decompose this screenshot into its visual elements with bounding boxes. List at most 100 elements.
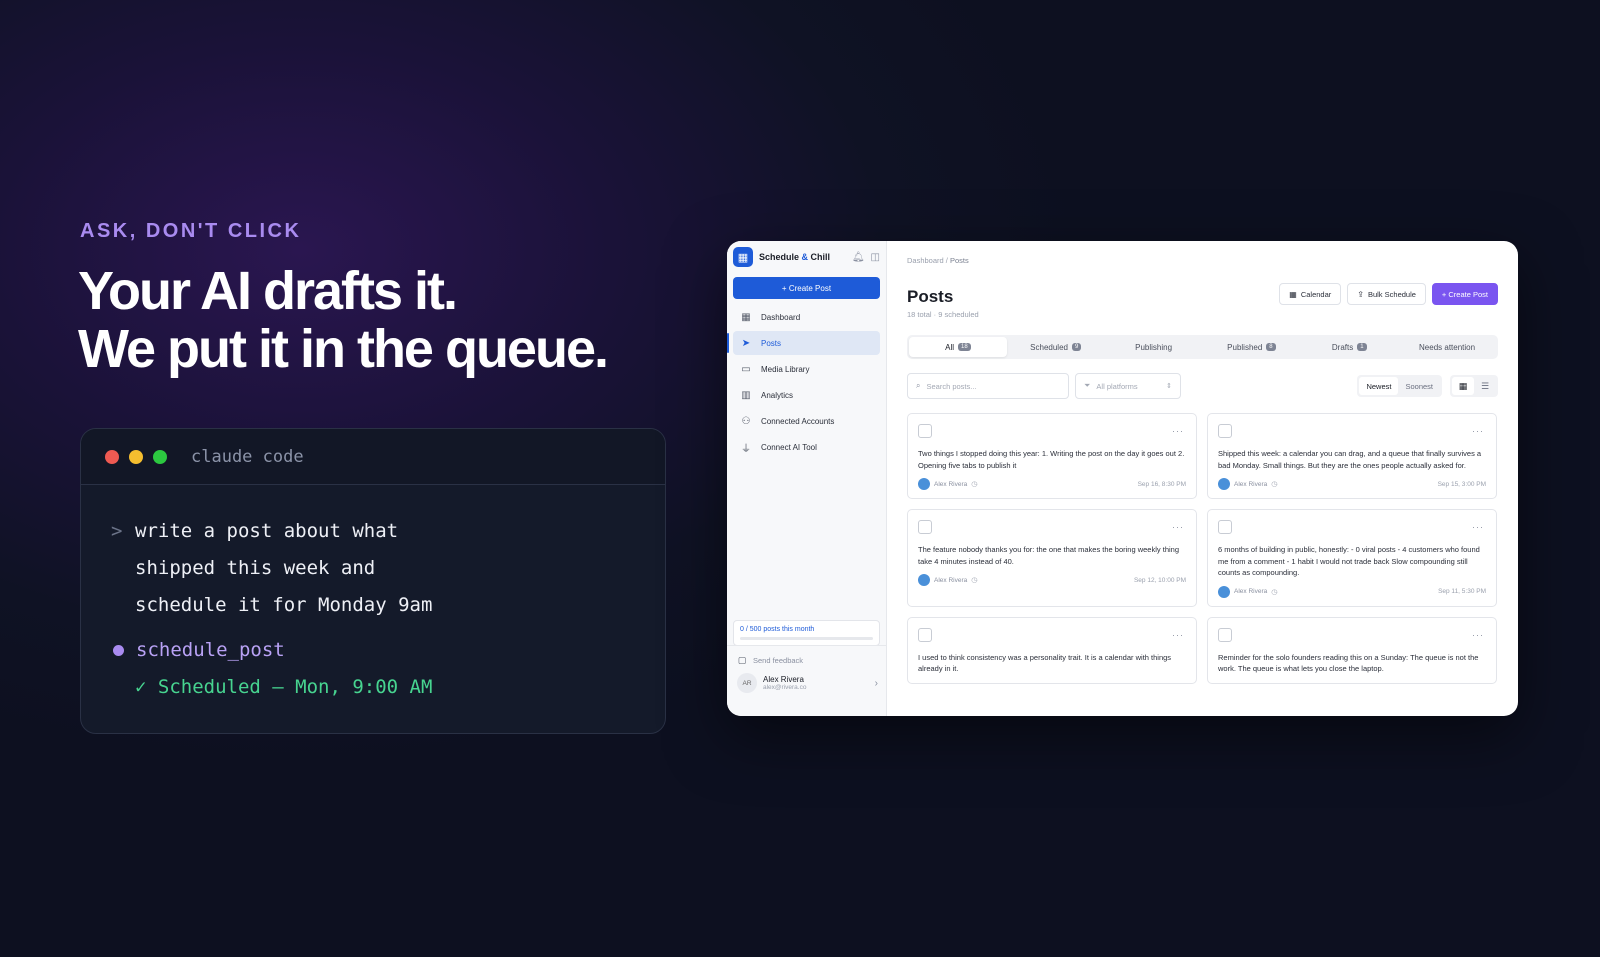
sidebar-item-connected-accounts[interactable]: ⚇ Connected Accounts (733, 409, 880, 433)
tab-drafts[interactable]: Drafts 1 (1300, 337, 1398, 357)
user-name: Alex Rivera (763, 675, 804, 684)
minimize-dot-icon (129, 449, 143, 464)
more-icon[interactable]: ··· (1472, 426, 1484, 436)
usage-text: 0 / 500 posts this month (740, 626, 815, 633)
chevron-updown-icon: ⇕ (1166, 383, 1172, 390)
sidebar-item-media-library[interactable]: ▭ Media Library (733, 357, 880, 381)
bulk-schedule-button[interactable]: ⇪ Bulk Schedule (1347, 283, 1426, 305)
linkedin-avatar-icon (918, 574, 930, 586)
list-view-icon[interactable]: ☰ (1474, 377, 1496, 395)
create-post-button[interactable]: + Create Post (1431, 283, 1498, 305)
post-card[interactable]: ··· The feature nobody thanks you for: t… (907, 509, 1197, 607)
post-card[interactable]: ··· Two things I stopped doing this year… (907, 413, 1197, 499)
main-content: Dashboard / Posts Posts 18 total · 9 sch… (887, 241, 1518, 716)
post-meta: Alex Rivera ◷ Sep 15, 3:00 PM (1218, 478, 1486, 490)
brand-name: Schedule & Chill (759, 252, 831, 262)
tab-count-badge: 8 (1266, 343, 1276, 351)
post-checkbox[interactable] (918, 424, 932, 438)
post-text: 6 months of building in public, honestly… (1218, 545, 1480, 577)
sidebar-create-post-button[interactable]: + Create Post (733, 277, 880, 299)
more-icon[interactable]: ··· (1172, 630, 1184, 640)
prompt-symbol: > (111, 520, 123, 542)
linkedin-avatar-icon (1218, 585, 1230, 598)
tab-needs-attention[interactable]: Needs attention (1398, 337, 1496, 357)
sort-toggle: Newest Soonest (1357, 375, 1442, 397)
headline-line-2: We put it in the queue. (78, 319, 609, 379)
sort-newest[interactable]: Newest (1359, 377, 1399, 395)
page-header: Posts 18 total · 9 scheduled ▦ Calendar ⇪… (907, 283, 1498, 319)
post-author: Alex Rivera (934, 576, 968, 584)
calendar-icon: ▦ (1289, 289, 1297, 299)
sidebar-item-connect-ai-tool[interactable]: ⏚ Connect AI Tool (733, 435, 880, 459)
more-icon[interactable]: ··· (1172, 522, 1184, 532)
dashboard-icon: ▦ (741, 311, 751, 323)
tab-scheduled[interactable]: Scheduled 9 (1007, 337, 1105, 357)
sidebar-item-posts[interactable]: ➤ Posts (727, 331, 880, 355)
filter-icon: ⏷ (1084, 381, 1091, 390)
hero-headline: Your AI drafts it. We put it in the queu… (78, 262, 718, 378)
send-feedback-link[interactable]: ▢ Send feedback (737, 655, 803, 666)
post-author: Alex Rivera (1234, 588, 1268, 595)
app-window: ▦ Schedule & Chill 🔔︎ ◫ + Create Post ▦ D… (727, 241, 1518, 716)
chart-icon: ▥ (741, 389, 751, 401)
post-checkbox[interactable] (1218, 520, 1232, 534)
post-card[interactable]: ··· Shipped this week: a calendar you ca… (1207, 413, 1497, 499)
post-card[interactable]: ··· I used to think consistency was a pe… (907, 616, 1197, 684)
plug-icon: ⏚ (741, 443, 751, 455)
tab-all[interactable]: All 18 (909, 337, 1007, 357)
terminal-body: > write a post about what shipped this w… (81, 485, 665, 733)
post-author: Alex Rivera (1234, 480, 1268, 488)
header-actions: ▦ Calendar ⇪ Bulk Schedule + Create Post (1279, 283, 1498, 305)
avatar: AR (737, 673, 757, 693)
user-menu[interactable]: AR Alex Rivera alex@rivera.co › (737, 673, 878, 693)
brand: ▦ Schedule & Chill 🔔︎ ◫ (727, 241, 886, 273)
platform-select[interactable]: ⏷ All platforms ⇕ (1075, 373, 1181, 399)
posts-grid: ··· Two things I stopped doing this year… (907, 413, 1498, 694)
clock-icon: ◷ (1271, 588, 1278, 596)
sidebar-item-analytics[interactable]: ▥ Analytics (733, 383, 880, 407)
post-checkbox[interactable] (1218, 627, 1232, 642)
post-meta: Alex Rivera ◷ Sep 12, 10:00 PM (918, 574, 1186, 586)
post-checkbox[interactable] (1218, 424, 1232, 438)
filter-bar: ⌕ Search posts... ⏷ All platforms ⇕ Newest … (907, 373, 1498, 399)
more-icon[interactable]: ··· (1172, 426, 1184, 436)
breadcrumb-current: Posts (949, 256, 969, 265)
calendar-button[interactable]: ▦ Calendar (1279, 283, 1342, 305)
more-icon[interactable]: ··· (1472, 522, 1484, 532)
tab-publishing[interactable]: Publishing (1105, 337, 1203, 357)
post-checkbox[interactable] (918, 627, 932, 642)
post-card[interactable]: ··· 6 months of building in public, hone… (1207, 509, 1497, 607)
tool-result: ✓ Scheduled — Mon, 9:00 AM (135, 676, 433, 698)
breadcrumb: Dashboard / Posts (907, 256, 969, 265)
grid-view-icon[interactable]: ▦ (1452, 377, 1474, 395)
bell-icon[interactable]: 🔔︎ (852, 252, 865, 263)
post-date: Sep 16, 8:30 PM (1137, 480, 1186, 488)
post-card[interactable]: ··· Reminder for the solo founders readi… (1207, 616, 1497, 684)
users-icon: ⚇ (741, 415, 751, 427)
breadcrumb-dashboard[interactable]: Dashboard (907, 256, 944, 265)
clock-icon: ◷ (1271, 481, 1278, 488)
terminal-window: claude code > write a post about what sh… (80, 428, 666, 734)
terminal-title: claude code (191, 446, 304, 467)
more-icon[interactable]: ··· (1472, 630, 1484, 640)
close-dot-icon (105, 449, 119, 464)
tab-count-badge: 18 (958, 343, 971, 351)
message-icon: ▢ (737, 655, 747, 665)
usage-bar (740, 637, 873, 640)
search-input[interactable]: ⌕ Search posts... (907, 373, 1069, 399)
page-subtitle: 18 total · 9 scheduled (907, 310, 979, 319)
sort-soonest[interactable]: Soonest (1398, 377, 1440, 395)
sidebar-item-dashboard[interactable]: ▦ Dashboard (733, 305, 880, 329)
view-toggle: ▦ ☰ (1450, 375, 1498, 397)
hero-eyebrow: ASK, DON'T CLICK (80, 220, 302, 242)
sidebar-toggle-icon[interactable]: ◫ (871, 252, 880, 263)
post-text: Shipped this week: a calendar you can dr… (1218, 449, 1482, 470)
tab-published[interactable]: Published 8 (1202, 337, 1300, 357)
post-checkbox[interactable] (918, 520, 932, 534)
sidebar: ▦ Schedule & Chill 🔔︎ ◫ + Create Post ▦ D… (727, 241, 887, 716)
tool-dot-icon (113, 645, 124, 656)
page-title: Posts (907, 287, 954, 306)
upload-icon: ⇪ (1357, 289, 1364, 299)
tab-count-badge: 9 (1071, 343, 1082, 351)
linkedin-avatar-icon (1218, 478, 1230, 490)
